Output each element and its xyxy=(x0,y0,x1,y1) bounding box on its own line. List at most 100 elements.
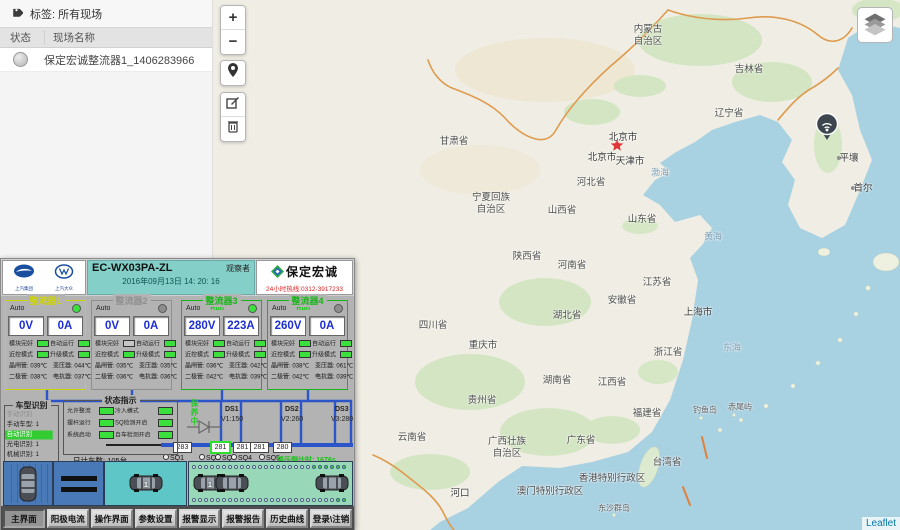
menu-button[interactable]: 报警显示 xyxy=(179,509,221,528)
rectifier-status: 自动运行 xyxy=(226,339,267,348)
chain-dot xyxy=(198,465,202,469)
temperature-reading: 电抗器: 037℃ xyxy=(53,373,91,382)
disconnect-switch-label: DS2 xyxy=(285,406,299,413)
chain-dot xyxy=(192,498,196,502)
led-indicator xyxy=(254,351,266,358)
scada-header: 上汽集团 上汽大众 EC-WX03PA-ZL 观察者 2016年09月13日 1… xyxy=(1,259,354,296)
breaker-value: 281 xyxy=(210,441,231,454)
site-status-icon xyxy=(13,52,28,67)
voltage-display: 260V xyxy=(270,316,306,336)
rectifier-mode: Auto xyxy=(272,305,286,312)
led-indicator xyxy=(158,419,173,427)
led-indicator xyxy=(123,351,135,358)
scada-datetime: 2016年09月13日 14: 20: 16 xyxy=(92,276,250,287)
edit-button[interactable] xyxy=(221,93,245,117)
map-label: 江苏省 xyxy=(643,274,672,288)
breaker-value: 280 xyxy=(273,442,292,453)
map-label: 北京市 xyxy=(609,129,638,143)
chain-dot xyxy=(282,465,286,469)
chain-dot xyxy=(324,465,328,469)
col-name: 现场名称 xyxy=(45,30,95,45)
vehicle-id-row: 机械识别: 1 xyxy=(5,451,53,460)
conveyor-tank1-section: 1 xyxy=(104,461,187,506)
saic-logo: 上汽集团 xyxy=(13,264,35,292)
site-row[interactable]: 保定宏诚整流器1_1406283966 xyxy=(0,48,212,72)
rectifier-mode: Auto xyxy=(186,305,200,312)
scada-panel: 上汽集团 上汽大众 EC-WX03PA-ZL 观察者 2016年09月13日 1… xyxy=(0,258,355,530)
disconnect-switch-label: DS1 xyxy=(225,406,239,413)
menu-button[interactable]: 阳极电流 xyxy=(47,509,89,528)
tag-header-label: 标签: 所有现场 xyxy=(30,6,102,22)
chain-dot xyxy=(222,465,226,469)
zoom-out-button[interactable]: − xyxy=(221,30,245,54)
menu-button[interactable]: 参数设置 xyxy=(135,509,177,528)
chain-dot xyxy=(264,465,268,469)
rectifier-run-dot xyxy=(158,304,167,313)
temperature-reading: 二极管: 036℃ xyxy=(95,373,133,382)
breaker-value: 281 xyxy=(250,442,269,453)
chain-dot xyxy=(324,498,328,502)
car-icon: 1 xyxy=(129,474,163,497)
rectifier-status: 自动运行 xyxy=(136,339,177,348)
chain-dot xyxy=(306,465,310,469)
map-label: 平壤 xyxy=(839,150,858,164)
rectifier-status: 近控模式 xyxy=(185,350,226,359)
map-attribution[interactable]: Leaflet xyxy=(862,517,900,530)
temperature-reading: 变压器: 035℃ xyxy=(139,362,177,371)
map-label: 甘肃省 xyxy=(440,133,469,147)
chain-dot xyxy=(198,498,202,502)
zoom-in-button[interactable]: + xyxy=(221,6,245,30)
company-name: 保定宏诚 xyxy=(286,263,338,280)
site-name: 保定宏诚整流器1_1406283966 xyxy=(44,52,194,68)
vehicle-id-row: 光电识别: 1 xyxy=(5,441,53,450)
delete-button[interactable] xyxy=(221,117,245,141)
chain-dot xyxy=(330,498,334,502)
menu-button[interactable]: 操作界面 xyxy=(91,509,133,528)
map-label: 钓鱼岛 xyxy=(693,405,717,416)
chain-dot xyxy=(252,498,256,502)
led-indicator xyxy=(213,351,225,358)
trash-icon xyxy=(227,119,239,133)
app: 内蒙古自治区吉林省辽宁省甘肃省北京市北京市天津市平壤首尔渤海河北省宁夏回族自治区… xyxy=(0,0,900,530)
car-icon xyxy=(315,474,349,497)
site-marker[interactable] xyxy=(814,112,840,142)
current-display: 0A xyxy=(133,316,169,336)
menu-button[interactable]: 主界面 xyxy=(3,509,45,528)
map-label: 东沙群岛 xyxy=(598,503,630,514)
rectifier-title: 整流器2 xyxy=(112,294,150,307)
map-label: 赤尾屿 xyxy=(728,402,752,413)
temperature-reading: 变压器: 061℃ xyxy=(315,362,353,371)
status-box: 状态指示 允许整流 冷入模式 摆杆运行 SQ检测开启 系统启动 自车检测开启 xyxy=(63,400,178,455)
chain-dot xyxy=(228,465,232,469)
chain-dot xyxy=(258,498,262,502)
temperature-reading: 电抗器: 036℃ xyxy=(139,373,177,382)
led-indicator xyxy=(340,351,352,358)
vehicle-id-row: 手动车型: 1 xyxy=(5,421,53,430)
map-label: 湖北省 xyxy=(553,307,582,321)
temperature-reading: 晶闸管: 039℃ xyxy=(9,362,47,371)
vehicle-id-title: 车型识别 xyxy=(13,400,51,411)
car-number: 1 xyxy=(208,482,212,489)
rectifier-status: 升级模式 xyxy=(136,350,177,359)
map-label: 广东省 xyxy=(567,432,596,446)
car-icon xyxy=(18,466,38,507)
chain-dot xyxy=(282,498,286,502)
rectifier-box: 整流器4 Auto Run 260V 0A 模块完好 自动运行 近控模式 升级模… xyxy=(267,300,348,390)
map-label: 东海 xyxy=(723,341,741,354)
map-label: 首尔 xyxy=(853,180,872,194)
layers-button[interactable] xyxy=(857,7,893,43)
status-item: 摆杆运行 xyxy=(67,419,115,427)
temperature-reading: 电抗器: 039℃ xyxy=(315,373,353,382)
menu-button[interactable]: 历史曲线 xyxy=(266,509,308,528)
rectifier-status: 自动运行 xyxy=(312,339,353,348)
led-indicator xyxy=(164,351,176,358)
locate-button[interactable] xyxy=(221,61,245,85)
chain-dot xyxy=(204,498,208,502)
menu-button[interactable]: 登录\注销 xyxy=(310,509,352,528)
led-indicator xyxy=(299,340,311,347)
edit-icon xyxy=(226,95,240,109)
chain-dot xyxy=(252,465,256,469)
menu-button[interactable]: 报警报告 xyxy=(222,509,264,528)
chain-dot xyxy=(318,498,322,502)
voltage-display: 0V xyxy=(94,316,130,336)
